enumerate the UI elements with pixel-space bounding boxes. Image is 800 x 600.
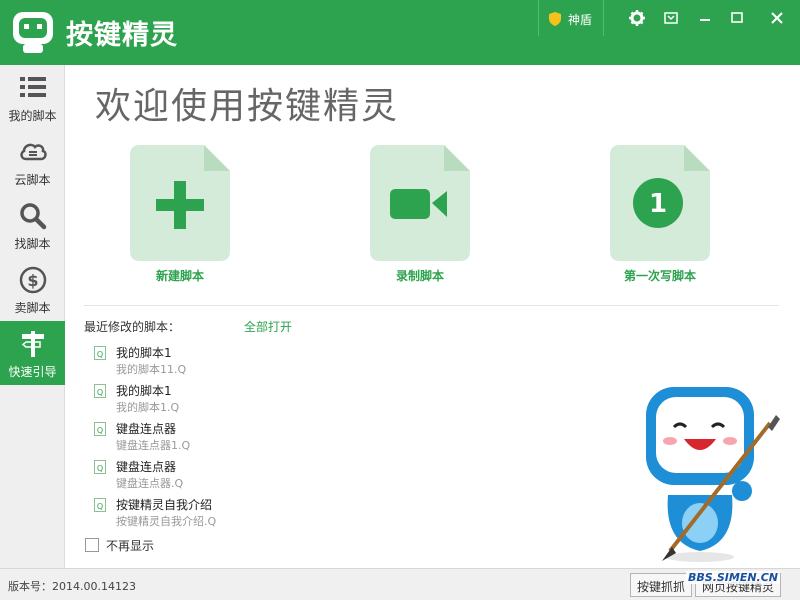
close-icon — [771, 12, 783, 24]
watermark: BBS.SIMEN.CN — [686, 571, 781, 584]
list-item[interactable]: Q 键盘连点器 键盘连点器1.Q — [94, 420, 294, 456]
svg-text:Q: Q — [97, 388, 103, 397]
key-capture-button[interactable]: 按键抓抓 — [630, 573, 693, 597]
svg-text:Q: Q — [97, 464, 103, 473]
script-name: 按键精灵自我介绍 — [116, 498, 213, 512]
cloud-icon — [20, 143, 47, 161]
page-title: 欢迎使用按键精灵 — [95, 86, 400, 127]
app-logo-icon — [10, 10, 56, 56]
script-file-icon: Q — [94, 384, 106, 398]
recent-scripts-title: 最近修改的脚本： — [84, 320, 181, 334]
sidebar-item-my-scripts[interactable]: 我的脚本 — [0, 65, 65, 129]
list-item[interactable]: Q 键盘连点器 键盘连点器.Q — [94, 458, 294, 494]
record-script-card[interactable] — [370, 145, 470, 261]
open-all-link[interactable]: 全部打开 — [244, 318, 292, 335]
script-file-icon: Q — [94, 346, 106, 360]
sidebar-item-label: 卖脚本 — [14, 301, 51, 315]
main-panel: 欢迎使用按键精灵 新建脚本 录制脚本 1 第一次写脚本 最近修改的脚本： 全部打… — [66, 65, 800, 568]
dont-show-checkbox[interactable] — [85, 538, 99, 552]
video-camera-icon — [390, 189, 447, 219]
svg-text:Q: Q — [97, 502, 103, 511]
script-name: 键盘连点器 — [116, 422, 177, 436]
list-item[interactable]: Q 按键精灵自我介绍 按键精灵自我介绍.Q — [94, 496, 294, 532]
sidebar-item-quick-guide[interactable]: 快速引导 — [0, 321, 65, 385]
list-item[interactable]: Q 我的脚本1 我的脚本1.Q — [94, 382, 294, 418]
script-name: 我的脚本1 — [116, 384, 172, 398]
minimize-button[interactable] — [694, 8, 716, 28]
app-title: 按键精灵 — [66, 20, 178, 51]
minimize-icon — [700, 19, 710, 21]
shield-icon — [549, 12, 561, 26]
first-script-card[interactable]: 1 — [610, 145, 710, 261]
skin-button[interactable] — [660, 8, 682, 28]
maximize-icon — [731, 12, 743, 23]
dont-show-label: 不再显示 — [106, 539, 155, 553]
script-file-icon: Q — [94, 460, 106, 474]
shield-label: 神盾 — [568, 13, 593, 27]
mascot-illustration — [646, 387, 780, 562]
svg-text:Q: Q — [97, 426, 103, 435]
script-file-icon: Q — [94, 498, 106, 512]
sidebar-item-label: 云脚本 — [14, 173, 51, 187]
sidebar-item-cloud-scripts[interactable]: 云脚本 — [0, 129, 65, 193]
script-file-icon: Q — [94, 422, 106, 436]
sidebar: 我的脚本 云脚本 找脚本 $ 卖脚本 快速引导 — [0, 65, 65, 568]
script-filename: 我的脚本11.Q — [116, 363, 187, 376]
new-script-card[interactable] — [130, 145, 230, 261]
version-label: 版本号：2014.00.14123 — [8, 580, 136, 593]
sidebar-item-label: 找脚本 — [14, 237, 51, 251]
script-name: 键盘连点器 — [116, 460, 177, 474]
svg-text:Q: Q — [97, 350, 103, 359]
shield-button[interactable]: 神盾 — [538, 0, 604, 36]
number-one-icon: 1 — [633, 178, 683, 228]
first-script-label[interactable]: 第一次写脚本 — [580, 267, 740, 284]
close-button[interactable] — [766, 8, 788, 28]
search-icon — [20, 203, 47, 230]
record-script-label[interactable]: 录制脚本 — [340, 267, 500, 284]
sidebar-item-find-scripts[interactable]: 找脚本 — [0, 193, 65, 257]
script-filename: 我的脚本1.Q — [116, 401, 180, 414]
status-bar: 版本号：2014.00.14123 按键抓抓 网页按键精灵 BBS.SIMEN.… — [0, 568, 800, 600]
list-icon — [20, 77, 46, 97]
maximize-button[interactable] — [726, 8, 748, 28]
plus-icon — [156, 181, 204, 229]
script-filename: 按键精灵自我介绍.Q — [116, 515, 217, 528]
list-item[interactable]: Q 我的脚本1 我的脚本11.Q — [94, 344, 294, 380]
settings-button[interactable] — [626, 8, 648, 28]
title-bar: 按键精灵 神盾 — [0, 0, 800, 65]
dollar-icon: $ — [19, 266, 47, 294]
script-filename: 键盘连点器.Q — [116, 477, 184, 490]
svg-text:$: $ — [27, 271, 38, 290]
new-script-label[interactable]: 新建脚本 — [100, 267, 260, 284]
skin-icon — [664, 12, 678, 24]
sidebar-item-label: 我的脚本 — [8, 109, 57, 123]
gear-icon — [629, 10, 645, 26]
script-name: 我的脚本1 — [116, 346, 172, 360]
sidebar-item-sell-scripts[interactable]: $ 卖脚本 — [0, 257, 65, 321]
signpost-icon — [21, 331, 44, 357]
sidebar-item-label: 快速引导 — [8, 365, 57, 379]
script-filename: 键盘连点器1.Q — [116, 439, 191, 452]
divider — [84, 305, 779, 306]
first-script-badge: 1 — [649, 189, 667, 219]
